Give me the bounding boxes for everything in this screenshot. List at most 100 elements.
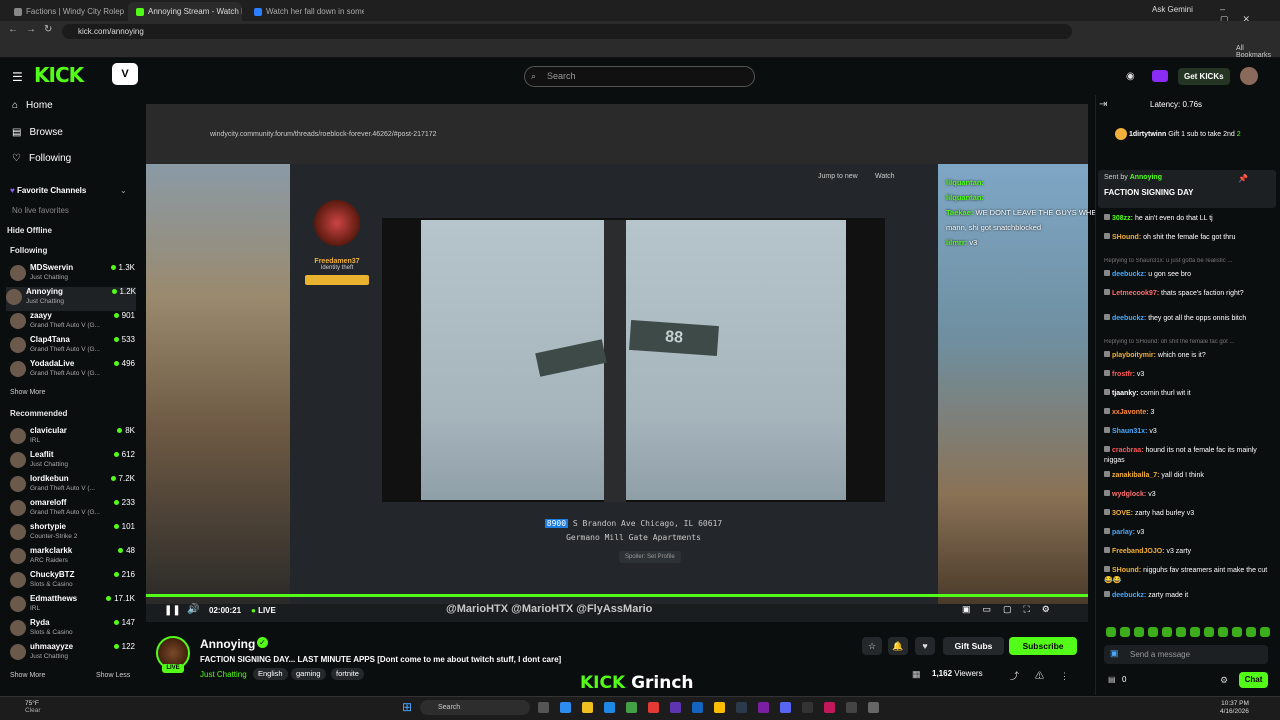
chat-message[interactable]: zanakiballa_7: yall did I think xyxy=(1104,471,1274,481)
tag-fortnite[interactable]: fortnite xyxy=(331,668,364,680)
chat-username[interactable]: zanakiballa_7: xyxy=(1112,472,1159,479)
chat-message[interactable]: SHound: nigguhs fav streamers aint make … xyxy=(1104,566,1274,586)
app-icon[interactable] xyxy=(824,702,835,713)
nav-arrows[interactable]: ←→↻ xyxy=(8,24,60,35)
app-icon[interactable] xyxy=(692,702,703,713)
chat-message[interactable]: parlay: v3 xyxy=(1104,528,1274,538)
clip-icon[interactable]: V xyxy=(112,63,138,85)
chat-message[interactable]: tjaanky: comin thurl wit it xyxy=(1104,389,1274,399)
all-bookmarks-link[interactable]: All Bookmarks xyxy=(1236,45,1280,59)
ask-gemini-button[interactable]: Ask Gemini xyxy=(1152,5,1193,14)
chat-username[interactable]: cracbraa: xyxy=(1112,447,1144,454)
chat-username[interactable]: SHound: xyxy=(1112,567,1141,574)
channel-item[interactable]: markclarkk ARC Raiders 48 xyxy=(10,546,135,570)
channel-item[interactable]: Edmatthews IRL 17.1K xyxy=(10,594,135,618)
heart-icon[interactable]: ♥ xyxy=(915,637,935,655)
chevron-down-icon[interactable]: ⌄ xyxy=(120,186,127,195)
browser-tab-active[interactable]: Annoying Stream - Watch Live xyxy=(128,2,242,21)
channel-item[interactable]: YodadaLive Grand Theft Auto V (G... 496 xyxy=(10,359,135,383)
system-clock[interactable]: 10:37 PM 4/16/2026 xyxy=(1220,700,1249,716)
show-more-button[interactable]: Show More xyxy=(10,389,45,396)
sidebar-item-home[interactable]: ⌂ Home xyxy=(12,100,53,111)
playback-progress-bar[interactable] xyxy=(146,594,1088,597)
subscribe-button[interactable]: Subscribe xyxy=(1009,637,1077,655)
chat-username[interactable]: frostfr: xyxy=(1112,371,1135,378)
chrome-icon[interactable] xyxy=(714,702,725,713)
chat-username[interactable]: SHound: xyxy=(1112,234,1141,241)
url-field[interactable]: kick.com/annoying xyxy=(62,24,1072,39)
sidebar-item-following[interactable]: ♡ Following xyxy=(12,153,71,164)
get-kicks-button[interactable]: Get KICKs xyxy=(1178,68,1230,85)
weather-widget[interactable]: 75°F Clear xyxy=(25,700,41,714)
steam-icon[interactable] xyxy=(736,702,747,713)
chat-message[interactable]: wydglock: v3 xyxy=(1104,490,1274,500)
user-avatar[interactable] xyxy=(1240,67,1258,85)
chat-username[interactable]: playboitymir: xyxy=(1112,352,1156,359)
show-more-button[interactable]: Show More xyxy=(10,672,45,679)
chat-input-icon[interactable]: ▣ xyxy=(1110,648,1119,659)
chat-username[interactable]: 308zz: xyxy=(1112,215,1133,222)
start-icon[interactable]: ⊞ xyxy=(402,700,412,714)
channel-item[interactable]: Annoying Just Chatting 1.2K xyxy=(6,287,136,311)
player-controls-right[interactable]: ▣▭▢⛶⚙ xyxy=(962,604,1062,615)
taskview-icon[interactable] xyxy=(538,702,549,713)
channel-item[interactable]: shortypie Counter-Strike 2 101 xyxy=(10,522,135,546)
chat-message[interactable]: frostfr: v3 xyxy=(1104,370,1274,380)
channel-item[interactable]: omareloff Grand Theft Auto V (G... 233 xyxy=(10,498,135,522)
chat-message[interactable]: 308zz: he ain't even do that LL tj xyxy=(1104,214,1274,224)
chat-username[interactable]: wydglock: xyxy=(1112,491,1146,498)
streamer-name[interactable]: Annoying xyxy=(200,637,255,651)
explorer-icon[interactable] xyxy=(582,702,593,713)
chat-username[interactable]: parlay: xyxy=(1112,529,1135,536)
edge-icon[interactable] xyxy=(604,702,615,713)
chat-message[interactable]: deebuckz: u gon see bro xyxy=(1104,270,1274,280)
layout-icon[interactable]: ▦ xyxy=(912,669,921,680)
gift-subs-button[interactable]: Gift Subs xyxy=(943,637,1004,655)
sidebar-item-browse[interactable]: ▤ Browse xyxy=(12,127,63,138)
discord-icon[interactable] xyxy=(780,702,791,713)
search-input[interactable]: Search xyxy=(524,66,755,87)
app-icon[interactable] xyxy=(802,702,813,713)
emote-bar[interactable] xyxy=(1106,627,1276,638)
channel-item[interactable]: MDSwervin Just Chatting 1.3K xyxy=(10,263,135,287)
chat-username[interactable]: deebuckz: xyxy=(1112,315,1146,322)
tag-english[interactable]: English xyxy=(253,668,288,680)
show-less-button[interactable]: Show Less xyxy=(96,672,130,679)
chat-message[interactable]: Letmecook97: thats space's faction right… xyxy=(1104,289,1274,299)
app-icon[interactable] xyxy=(670,702,681,713)
channel-item[interactable]: Clap4Tana Grand Theft Auto V (G... 533 xyxy=(10,335,135,359)
chat-message[interactable]: deebuckz: they got all the opps onnis bi… xyxy=(1104,314,1274,324)
menu-icon[interactable]: ☰ xyxy=(12,70,23,84)
chat-message[interactable]: playboitymir: which one is it? xyxy=(1104,351,1274,361)
chat-message-input[interactable]: Send a message xyxy=(1104,645,1268,664)
channel-item[interactable]: Leaflit Just Chatting 612 xyxy=(10,450,135,474)
chat-username[interactable]: Letmecook97: xyxy=(1112,290,1159,297)
notifications-icon[interactable]: ◉ xyxy=(1126,71,1135,82)
bell-icon[interactable]: 🔔 xyxy=(888,637,908,655)
app-icon[interactable] xyxy=(758,702,769,713)
channel-item[interactable]: Ryda Slots & Casino 147 xyxy=(10,618,135,642)
collapse-chat-icon[interactable]: ⇥ xyxy=(1099,99,1107,110)
chest-icon[interactable]: ▤ xyxy=(1108,675,1116,684)
chat-username[interactable]: deebuckz: xyxy=(1112,271,1146,278)
tag-gaming[interactable]: gaming xyxy=(291,668,326,680)
app-icon[interactable] xyxy=(648,702,659,713)
app-icon[interactable] xyxy=(560,702,571,713)
favorite-channels-heading[interactable]: ♥ Favorite Channels xyxy=(10,186,86,195)
chat-username[interactable]: Shaun31x: xyxy=(1112,428,1147,435)
app-icon[interactable] xyxy=(868,702,879,713)
chat-message[interactable]: 3OVE: zarty had burley v3 xyxy=(1104,509,1274,519)
app-icon[interactable] xyxy=(846,702,857,713)
pin-icon[interactable]: 📌 xyxy=(1238,174,1248,183)
chat-message[interactable]: cracbraa: hound its not a female fac its… xyxy=(1104,446,1274,466)
chat-username[interactable]: tjaanky: xyxy=(1112,390,1138,397)
hide-offline-toggle[interactable]: Hide Offline xyxy=(7,226,52,235)
share-report-more-icons[interactable]: ⤴⚠⋮ xyxy=(1010,669,1085,682)
chat-message[interactable]: SHound: oh shit the female fac got thru xyxy=(1104,233,1274,243)
channel-item[interactable]: lordkebun Grand Theft Auto V (... 7.2K xyxy=(10,474,135,498)
volume-icon[interactable]: 🔊 xyxy=(187,604,199,615)
channel-item[interactable]: uhmaayyze Just Chatting 122 xyxy=(10,642,135,666)
chat-username[interactable]: FreebandJOJO: xyxy=(1112,548,1165,555)
chat-username[interactable]: deebuckz: xyxy=(1112,592,1146,599)
chat-username[interactable]: 3OVE: xyxy=(1112,510,1133,517)
